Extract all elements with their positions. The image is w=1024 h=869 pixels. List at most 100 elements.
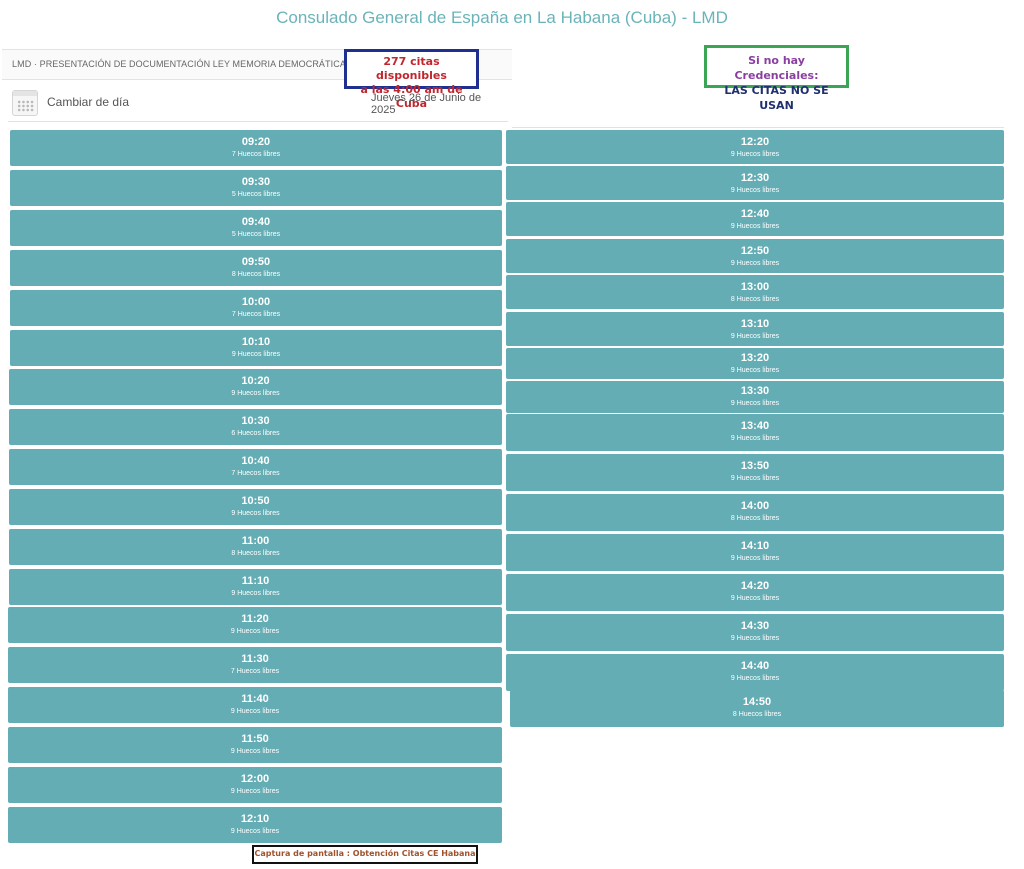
slot-time: 09:20 bbox=[241, 136, 271, 148]
slot-free-count: 9 Huecos libres bbox=[730, 260, 780, 267]
time-slot-button[interactable]: 09:40 5 Huecos libres bbox=[10, 210, 502, 246]
slot-time: 11:50 bbox=[241, 733, 269, 745]
service-label: LMD · PRESENTACIÓN DE DOCUMENTACIÓN LEY … bbox=[12, 59, 346, 69]
time-slot-button[interactable]: 14:40 9 Huecos libres bbox=[506, 654, 1004, 691]
time-slot-button[interactable]: 12:30 9 Huecos libres bbox=[506, 166, 1004, 200]
time-slot-button[interactable]: 13:10 9 Huecos libres bbox=[506, 312, 1004, 346]
slot-free-count: 9 Huecos libres bbox=[730, 555, 780, 562]
slot-free-count: 5 Huecos libres bbox=[231, 191, 281, 198]
time-slot-button[interactable]: 09:50 8 Huecos libres bbox=[10, 250, 502, 286]
time-slot-button[interactable]: 12:50 9 Huecos libres bbox=[506, 239, 1004, 273]
slot-free-count: 9 Huecos libres bbox=[730, 187, 780, 194]
slot-free-count: 7 Huecos libres bbox=[231, 311, 281, 318]
slot-time: 09:40 bbox=[241, 216, 271, 228]
slot-free-count: 9 Huecos libres bbox=[230, 628, 280, 635]
slot-time: 13:50 bbox=[740, 460, 770, 472]
time-slot-button[interactable]: 10:30 6 Huecos libres bbox=[9, 409, 502, 445]
time-slot-button[interactable]: 10:20 9 Huecos libres bbox=[9, 369, 502, 405]
time-slot-button[interactable]: 12:20 9 Huecos libres bbox=[506, 130, 1004, 164]
slot-free-count: 9 Huecos libres bbox=[730, 333, 780, 340]
slot-free-count: 9 Huecos libres bbox=[231, 351, 281, 358]
time-slot-button[interactable]: 13:50 9 Huecos libres bbox=[506, 454, 1004, 491]
time-slot-button[interactable]: 13:30 9 Huecos libres bbox=[506, 381, 1004, 413]
slot-free-count: 9 Huecos libres bbox=[730, 675, 780, 682]
slot-time: 12:30 bbox=[740, 172, 770, 184]
slot-time: 13:10 bbox=[740, 318, 770, 330]
time-slot-button[interactable]: 12:00 9 Huecos libres bbox=[8, 767, 502, 803]
slot-free-count: 9 Huecos libres bbox=[730, 595, 780, 602]
slot-time: 10:20 bbox=[241, 375, 270, 387]
slot-time: 14:00 bbox=[740, 500, 770, 512]
slot-time: 13:00 bbox=[740, 281, 770, 293]
time-slot-button[interactable]: 10:10 9 Huecos libres bbox=[10, 330, 502, 366]
credentials-callout-line1: Si no hay Credenciales: bbox=[734, 54, 819, 82]
slot-free-count: 9 Huecos libres bbox=[730, 151, 780, 158]
time-slot-button[interactable]: 12:40 9 Huecos libres bbox=[506, 202, 1004, 236]
calendar-icon[interactable] bbox=[12, 90, 38, 116]
slot-time: 11:20 bbox=[241, 613, 269, 625]
time-slot-button[interactable]: 11:20 9 Huecos libres bbox=[8, 607, 502, 643]
slot-free-count: 7 Huecos libres bbox=[230, 668, 280, 675]
slot-time: 12:20 bbox=[740, 136, 770, 148]
time-slot-button[interactable]: 11:00 8 Huecos libres bbox=[9, 529, 502, 565]
slot-free-count: 9 Huecos libres bbox=[230, 828, 280, 835]
time-slot-button[interactable]: 11:40 9 Huecos libres bbox=[8, 687, 502, 723]
right-divider bbox=[512, 127, 1004, 128]
slot-free-count: 8 Huecos libres bbox=[732, 711, 782, 718]
slot-time: 12:00 bbox=[240, 773, 270, 785]
time-slot-button[interactable]: 14:10 9 Huecos libres bbox=[506, 534, 1004, 571]
slot-free-count: 9 Huecos libres bbox=[730, 635, 780, 642]
slot-free-count: 9 Huecos libres bbox=[230, 708, 280, 715]
time-slot-button[interactable]: 13:20 9 Huecos libres bbox=[506, 348, 1004, 379]
time-slot-button[interactable]: 09:20 7 Huecos libres bbox=[10, 130, 502, 166]
slot-time: 10:30 bbox=[241, 415, 270, 427]
slot-free-count: 8 Huecos libres bbox=[730, 296, 780, 303]
slot-free-count: 7 Huecos libres bbox=[231, 151, 281, 158]
availability-callout: 277 citas disponibles a las 4:00 am de C… bbox=[344, 49, 479, 110]
slot-free-count: 5 Huecos libres bbox=[231, 231, 281, 238]
credentials-callout: Si no hay Credenciales: LAS CITAS NO SE … bbox=[704, 45, 849, 112]
slot-time: 13:20 bbox=[740, 352, 770, 364]
time-slot-button[interactable]: 14:00 8 Huecos libres bbox=[506, 494, 1004, 531]
slot-free-count: 9 Huecos libres bbox=[730, 475, 780, 482]
slot-free-count: 9 Huecos libres bbox=[730, 367, 780, 374]
time-slot-button[interactable]: 12:10 9 Huecos libres bbox=[8, 807, 502, 843]
slot-time: 11:00 bbox=[241, 535, 270, 547]
time-slot-button[interactable]: 14:30 9 Huecos libres bbox=[506, 614, 1004, 651]
time-slot-button[interactable]: 10:50 9 Huecos libres bbox=[9, 489, 502, 525]
slot-time: 10:00 bbox=[241, 296, 271, 308]
time-slot-button[interactable]: 13:00 8 Huecos libres bbox=[506, 275, 1004, 309]
slot-free-count: 9 Huecos libres bbox=[730, 223, 780, 230]
slot-free-count: 9 Huecos libres bbox=[231, 390, 280, 397]
time-slot-button[interactable]: 10:40 7 Huecos libres bbox=[9, 449, 502, 485]
slot-time: 14:20 bbox=[740, 580, 770, 592]
time-slot-button[interactable]: 11:10 9 Huecos libres bbox=[9, 569, 502, 605]
slot-free-count: 8 Huecos libres bbox=[231, 271, 281, 278]
slot-free-count: 9 Huecos libres bbox=[230, 748, 280, 755]
slot-free-count: 6 Huecos libres bbox=[231, 430, 280, 437]
time-slot-button[interactable]: 14:50 8 Huecos libres bbox=[510, 690, 1004, 727]
change-day-link[interactable]: Cambiar de día bbox=[47, 95, 129, 109]
footer-caption: Captura de pantalla : Obtención Citas CE… bbox=[252, 845, 478, 864]
time-slot-button[interactable]: 09:30 5 Huecos libres bbox=[10, 170, 502, 206]
time-slot-button[interactable]: 11:30 7 Huecos libres bbox=[8, 647, 502, 683]
slot-free-count: 9 Huecos libres bbox=[230, 788, 280, 795]
day-selector: Cambiar de día Jueves 26 de Junio de 202… bbox=[8, 86, 508, 122]
page-title: Consulado General de España en La Habana… bbox=[276, 8, 728, 27]
slot-time: 10:10 bbox=[241, 336, 271, 348]
slot-free-count: 9 Huecos libres bbox=[231, 510, 280, 517]
slot-time: 13:40 bbox=[740, 420, 770, 432]
time-slot-button[interactable]: 14:20 9 Huecos libres bbox=[506, 574, 1004, 611]
slot-time: 09:50 bbox=[241, 256, 271, 268]
time-slot-button[interactable]: 10:00 7 Huecos libres bbox=[10, 290, 502, 326]
slot-time: 11:40 bbox=[241, 693, 269, 705]
slot-time: 12:10 bbox=[240, 813, 270, 825]
availability-callout-line1: 277 citas disponibles bbox=[376, 55, 447, 82]
slot-time: 09:30 bbox=[241, 176, 271, 188]
credentials-callout-line2: LAS CITAS NO SE USAN bbox=[724, 84, 829, 112]
slot-time: 10:40 bbox=[241, 455, 270, 467]
time-slot-button[interactable]: 13:40 9 Huecos libres bbox=[506, 414, 1004, 451]
time-slot-button[interactable]: 11:50 9 Huecos libres bbox=[8, 727, 502, 763]
slot-free-count: 9 Huecos libres bbox=[730, 435, 780, 442]
selected-date: Jueves 26 de Junio de 2025 bbox=[371, 92, 482, 116]
